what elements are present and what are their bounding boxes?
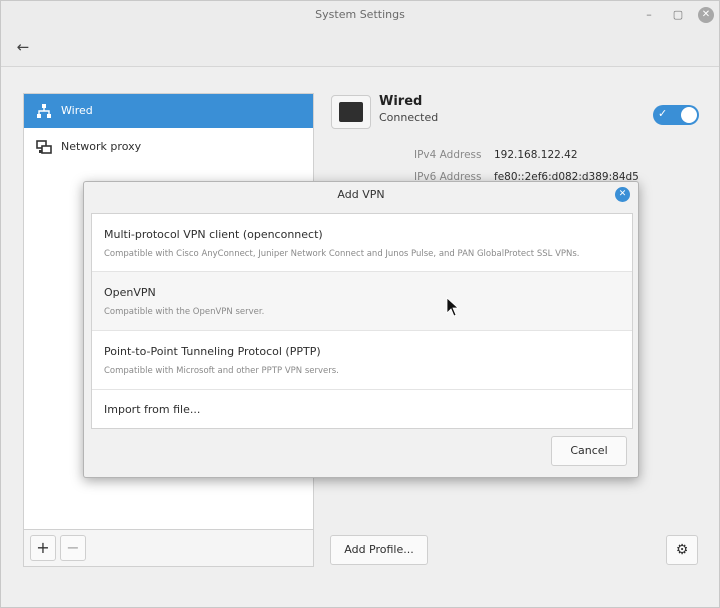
network-proxy-icon <box>36 140 52 154</box>
close-dialog-icon[interactable]: ✕ <box>615 187 630 202</box>
minimize-icon[interactable]: – <box>641 7 657 23</box>
title-bar: System Settings – ▢ ✕ <box>1 1 719 29</box>
option-name: Import from file... <box>104 403 201 416</box>
remove-connection-button[interactable]: − <box>60 535 86 561</box>
sidebar-item-wired[interactable]: Wired <box>24 94 313 128</box>
option-name: Multi-protocol VPN client (openconnect) <box>104 228 323 241</box>
option-name: OpenVPN <box>104 286 156 299</box>
sidebar-toolbar: + − <box>23 530 314 567</box>
add-vpn-dialog: Add VPN ✕ Multi-protocol VPN client (ope… <box>83 181 639 478</box>
ipv4-label: IPv4 Address <box>414 149 482 161</box>
mouse-cursor-icon <box>446 297 460 317</box>
connection-toggle[interactable]: ✓ <box>653 105 699 125</box>
window-title: System Settings <box>315 8 405 21</box>
add-profile-button[interactable]: Add Profile... <box>330 535 428 565</box>
gear-icon[interactable]: ⚙ <box>666 535 698 565</box>
vpn-option-openconnect[interactable]: Multi-protocol VPN client (openconnect) … <box>92 214 632 272</box>
settings-window: System Settings – ▢ ✕ ← Wired Network pr… <box>0 0 720 608</box>
vpn-option-pptp[interactable]: Point-to-Point Tunneling Protocol (PPTP)… <box>92 331 632 390</box>
option-description: Compatible with Cisco AnyConnect, Junipe… <box>104 249 580 259</box>
add-connection-button[interactable]: + <box>30 535 56 561</box>
close-window-icon[interactable]: ✕ <box>698 7 714 23</box>
maximize-icon[interactable]: ▢ <box>670 7 686 23</box>
sidebar-item-label: Wired <box>61 104 93 117</box>
connection-status: Connected <box>379 111 439 124</box>
back-arrow-icon[interactable]: ← <box>13 38 33 56</box>
connection-title: Wired <box>379 94 423 109</box>
ipv4-value: 192.168.122.42 <box>494 149 578 161</box>
dialog-title: Add VPN <box>337 188 385 201</box>
vpn-option-list: Multi-protocol VPN client (openconnect) … <box>91 213 633 429</box>
cancel-button[interactable]: Cancel <box>551 436 627 466</box>
network-wired-icon <box>37 104 51 118</box>
header-bar: ← <box>1 29 719 67</box>
option-description: Compatible with Microsoft and other PPTP… <box>104 366 339 376</box>
vpn-option-openvpn[interactable]: OpenVPN Compatible with the OpenVPN serv… <box>92 272 632 331</box>
sidebar-item-label: Network proxy <box>61 140 142 153</box>
sidebar-item-network-proxy[interactable]: Network proxy <box>24 130 313 164</box>
check-icon: ✓ <box>658 107 668 120</box>
option-description: Compatible with the OpenVPN server. <box>104 307 265 317</box>
option-name: Point-to-Point Tunneling Protocol (PPTP) <box>104 345 321 358</box>
vpn-option-import[interactable]: Import from file... <box>92 390 632 428</box>
wired-device-icon <box>331 95 371 129</box>
